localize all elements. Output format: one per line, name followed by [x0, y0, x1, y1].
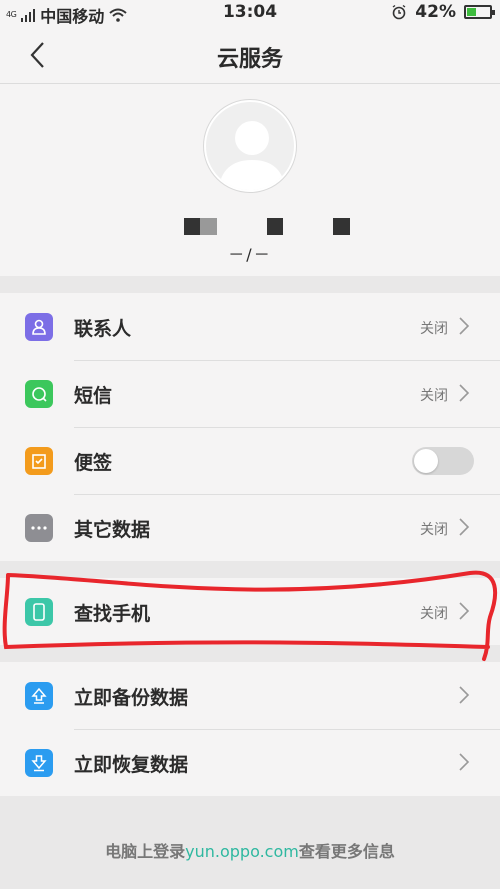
- footer-hint: 电脑上登录yun.oppo.com查看更多信息: [0, 838, 500, 862]
- battery-charging-icon: [464, 5, 495, 19]
- more-icon: [25, 514, 53, 542]
- upload-icon: [25, 682, 53, 710]
- sync-item-label: 联系人: [74, 318, 132, 340]
- alarm-icon: [392, 4, 406, 20]
- note-icon: [25, 447, 53, 475]
- chevron-right-icon: [459, 317, 470, 335]
- footer-prefix: 电脑上登录: [105, 842, 186, 861]
- chevron-right-icon: [459, 602, 470, 620]
- redacted-name-part: [333, 218, 350, 235]
- find-phone-item[interactable]: 查找手机 关闭: [0, 578, 500, 645]
- download-icon: [25, 749, 53, 777]
- sync-item-notes: 便签: [0, 427, 500, 494]
- status-bar-right: 42%: [391, 2, 495, 22]
- redacted-name-part: [200, 218, 217, 235]
- sync-status: 关闭: [420, 321, 448, 337]
- default-user-icon: [218, 121, 286, 190]
- sync-item-other-data[interactable]: 其它数据 关闭: [0, 494, 500, 561]
- chevron-right-icon: [459, 518, 470, 536]
- notes-sync-toggle[interactable]: [412, 447, 474, 475]
- sync-item-contacts[interactable]: 联系人 关闭: [0, 293, 500, 360]
- redacted-name-part: [267, 218, 283, 235]
- chevron-right-icon: [459, 384, 470, 402]
- toggle-knob: [414, 449, 438, 473]
- contacts-icon: [25, 313, 53, 341]
- page-title: 云服务: [216, 47, 283, 72]
- find-phone-status: 关闭: [420, 606, 448, 622]
- find-phone-section: 查找手机 关闭: [0, 578, 500, 645]
- status-bar: 4G 中国移动 13:04 42%: [0, 0, 500, 26]
- account-id: －/－: [228, 245, 272, 264]
- phone-icon: [25, 598, 53, 626]
- sync-item-label: 其它数据: [74, 519, 151, 541]
- chevron-right-icon: [459, 753, 470, 771]
- redacted-name-part: [184, 218, 200, 235]
- sync-item-label: 短信: [74, 385, 113, 407]
- avatar[interactable]: [204, 100, 296, 192]
- sync-status: 关闭: [420, 522, 448, 538]
- find-phone-label: 查找手机: [74, 603, 151, 625]
- message-icon: [25, 380, 53, 408]
- sync-item-label: 便签: [74, 452, 113, 474]
- navigation-bar: 云服务: [0, 26, 500, 84]
- chevron-right-icon: [459, 686, 470, 704]
- website-link[interactable]: yun.oppo.com: [185, 842, 299, 861]
- backup-now-item[interactable]: 立即备份数据: [0, 662, 500, 729]
- battery-percent: 42%: [415, 2, 456, 22]
- profile-section: －/－: [0, 84, 500, 276]
- action-label: 立即备份数据: [74, 687, 189, 709]
- battery-level: [467, 8, 477, 16]
- sync-status: 关闭: [420, 388, 448, 404]
- sync-item-messages[interactable]: 短信 关闭: [0, 360, 500, 427]
- sync-settings-list: 联系人 关闭 短信 关闭 便签 其它数据 关闭: [0, 293, 500, 561]
- backup-actions: 立即备份数据 立即恢复数据: [0, 662, 500, 796]
- footer-suffix: 查看更多信息: [298, 842, 395, 861]
- action-label: 立即恢复数据: [74, 754, 189, 776]
- restore-now-item[interactable]: 立即恢复数据: [0, 729, 500, 796]
